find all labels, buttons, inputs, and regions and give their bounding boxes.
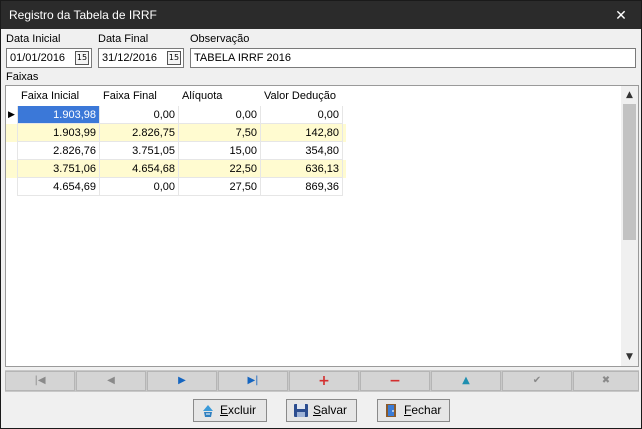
- col-header-faixa-final[interactable]: Faixa Final: [100, 86, 179, 106]
- table-row[interactable]: 1.903,99 2.826,75 7,50 142,80: [6, 124, 346, 142]
- row-indicator-icon: ▶: [6, 106, 18, 124]
- irrf-dialog: Registro da Tabela de IRRF ✕ Data Inicia…: [0, 0, 642, 429]
- cell-faixa-final[interactable]: 2.826,75: [100, 124, 179, 142]
- minus-icon: −: [389, 373, 401, 389]
- cell-valor-deducao[interactable]: 636,13: [261, 160, 343, 178]
- close-icon[interactable]: ✕: [601, 1, 641, 29]
- cell-faixa-inicial[interactable]: 1.903,98: [18, 106, 100, 124]
- observacao-field[interactable]: TABELA IRRF 2016: [190, 48, 636, 68]
- prior-record-icon: ◀: [107, 375, 115, 386]
- cell-aliquota[interactable]: 27,50: [179, 178, 261, 196]
- cell-aliquota[interactable]: 22,50: [179, 160, 261, 178]
- faixas-label: Faixas: [6, 71, 39, 83]
- scroll-down-icon[interactable]: ▼: [621, 349, 638, 365]
- cell-valor-deducao[interactable]: 0,00: [261, 106, 343, 124]
- cell-faixa-inicial[interactable]: 2.826,76: [18, 142, 100, 160]
- cell-aliquota[interactable]: 15,00: [179, 142, 261, 160]
- first-record-icon: |◀: [34, 375, 46, 386]
- window-title: Registro da Tabela de IRRF: [9, 8, 157, 22]
- fechar-label: Fechar: [404, 403, 442, 417]
- data-inicial-label: Data Inicial: [6, 33, 61, 45]
- nav-post-button[interactable]: ✔: [502, 371, 572, 391]
- cell-faixa-inicial[interactable]: 4.654,69: [18, 178, 100, 196]
- nav-next-button[interactable]: ▶: [147, 371, 217, 391]
- excluir-label: Excluir: [220, 403, 257, 417]
- observacao-value: TABELA IRRF 2016: [194, 52, 292, 64]
- row-indicator: [6, 142, 18, 160]
- nav-insert-button[interactable]: +: [289, 371, 359, 391]
- row-indicator: [6, 124, 18, 142]
- vertical-scrollbar[interactable]: ▲ ▼: [621, 86, 638, 366]
- data-inicial-value: 01/01/2016: [10, 52, 66, 64]
- cell-faixa-final[interactable]: 4.654,68: [100, 160, 179, 178]
- row-indicator: [6, 178, 18, 196]
- salvar-button[interactable]: Salvar: [286, 399, 357, 422]
- cell-faixa-final[interactable]: 0,00: [100, 178, 179, 196]
- nav-cancel-button[interactable]: ✖: [573, 371, 639, 391]
- table-row[interactable]: 3.751,06 4.654,68 22,50 636,13: [6, 160, 346, 178]
- calendar-icon[interactable]: 15: [75, 51, 89, 65]
- col-header-aliquota[interactable]: Alíquota: [179, 86, 261, 106]
- table-row[interactable]: 4.654,69 0,00 27,50 869,36: [6, 178, 346, 196]
- scroll-thumb[interactable]: [623, 104, 636, 240]
- cell-faixa-inicial[interactable]: 3.751,06: [18, 160, 100, 178]
- recycle-icon: [203, 405, 213, 417]
- nav-edit-button[interactable]: ▲: [431, 371, 501, 391]
- nav-delete-button[interactable]: −: [360, 371, 430, 391]
- cell-faixa-final[interactable]: 3.751,05: [100, 142, 179, 160]
- cell-aliquota[interactable]: 7,50: [179, 124, 261, 142]
- col-header-faixa-inicial[interactable]: Faixa Inicial: [18, 86, 100, 106]
- cell-faixa-final[interactable]: 0,00: [100, 106, 179, 124]
- check-icon: ✔: [532, 375, 542, 386]
- next-record-icon: ▶: [178, 375, 186, 386]
- save-disk-icon: [294, 404, 308, 417]
- data-inicial-field[interactable]: 01/01/2016 15: [6, 48, 92, 68]
- salvar-label: Salvar: [313, 403, 348, 417]
- db-navigator: |◀ ◀ ▶ ▶| + − ▲ ✔ ✖: [5, 370, 639, 392]
- table-row[interactable]: 2.826,76 3.751,05 15,00 354,80: [6, 142, 346, 160]
- col-header-valor-deducao[interactable]: Valor Dedução: [261, 86, 343, 106]
- table-row[interactable]: ▶ 1.903,98 0,00 0,00 0,00: [6, 106, 346, 124]
- exit-door-icon: [386, 404, 396, 417]
- cell-faixa-inicial[interactable]: 1.903,99: [18, 124, 100, 142]
- fechar-button[interactable]: Fechar: [377, 399, 450, 422]
- data-final-label: Data Final: [98, 33, 149, 45]
- cell-valor-deducao[interactable]: 354,80: [261, 142, 343, 160]
- last-record-icon: ▶|: [247, 375, 259, 386]
- data-final-field[interactable]: 31/12/2016 15: [98, 48, 184, 68]
- nav-prior-button[interactable]: ◀: [76, 371, 146, 391]
- cell-aliquota[interactable]: 0,00: [179, 106, 261, 124]
- nav-first-button[interactable]: |◀: [5, 371, 75, 391]
- faixas-grid[interactable]: Faixa Inicial Faixa Final Alíquota Valor…: [5, 85, 639, 367]
- excluir-button[interactable]: Excluir: [193, 399, 267, 422]
- title-bar: Registro da Tabela de IRRF ✕: [1, 1, 641, 29]
- cancel-x-icon: ✖: [601, 375, 611, 386]
- cell-valor-deducao[interactable]: 869,36: [261, 178, 343, 196]
- cell-valor-deducao[interactable]: 142,80: [261, 124, 343, 142]
- edit-up-icon: ▲: [462, 375, 470, 386]
- nav-last-button[interactable]: ▶|: [218, 371, 288, 391]
- plus-icon: +: [318, 373, 330, 389]
- row-indicator: [6, 160, 18, 178]
- observacao-label: Observação: [190, 33, 250, 45]
- data-final-value: 31/12/2016: [102, 52, 158, 64]
- calendar-icon[interactable]: 15: [167, 51, 181, 65]
- scroll-up-icon[interactable]: ▲: [621, 87, 638, 103]
